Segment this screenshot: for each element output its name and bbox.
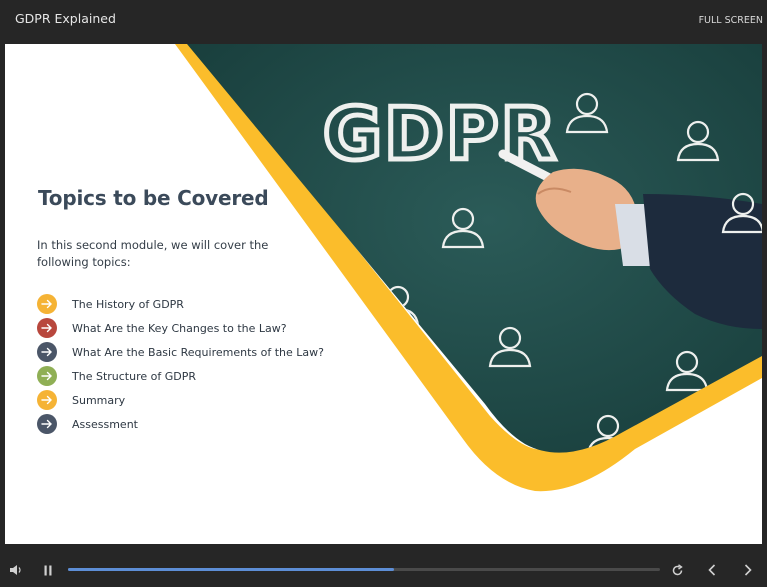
next-icon[interactable] — [739, 561, 757, 579]
player-controls — [0, 552, 767, 587]
arrow-right-icon — [37, 342, 57, 362]
topic-list: The History of GDPR What Are the Key Cha… — [37, 294, 324, 438]
fullscreen-button[interactable]: FULL SCREEN — [699, 15, 763, 26]
topic-label: The History of GDPR — [72, 297, 184, 311]
progress-fill — [68, 568, 394, 571]
topic-label: Assessment — [72, 417, 138, 431]
topic-label: The Structure of GDPR — [72, 369, 196, 383]
topic-item-summary[interactable]: Summary — [37, 390, 324, 410]
topic-item-assessment[interactable]: Assessment — [37, 414, 324, 434]
replay-icon[interactable] — [668, 561, 686, 579]
topic-item-key-changes[interactable]: What Are the Key Changes to the Law? — [37, 318, 324, 338]
volume-icon[interactable] — [7, 561, 25, 579]
course-title: GDPR Explained — [15, 11, 116, 26]
arrow-right-icon — [37, 390, 57, 410]
topic-item-history[interactable]: The History of GDPR — [37, 294, 324, 314]
pause-icon[interactable] — [39, 561, 57, 579]
progress-bar[interactable] — [68, 568, 660, 571]
arrow-right-icon — [37, 318, 57, 338]
topic-label: What Are the Key Changes to the Law? — [72, 321, 287, 335]
topic-item-structure[interactable]: The Structure of GDPR — [37, 366, 324, 386]
topic-label: What Are the Basic Requirements of the L… — [72, 345, 324, 359]
arrow-right-icon — [37, 414, 57, 434]
slide: GDPR Topics to be Covered In this second… — [5, 44, 762, 544]
previous-icon[interactable] — [703, 561, 721, 579]
arrow-right-icon — [37, 294, 57, 314]
top-bar: GDPR Explained FULL SCREEN — [0, 0, 767, 44]
topic-label: Summary — [72, 393, 126, 407]
topic-item-basic-requirements[interactable]: What Are the Basic Requirements of the L… — [37, 342, 324, 362]
slide-title: Topics to be Covered — [38, 186, 269, 210]
arrow-right-icon — [37, 366, 57, 386]
intro-text: In this second module, we will cover the… — [37, 238, 269, 269]
